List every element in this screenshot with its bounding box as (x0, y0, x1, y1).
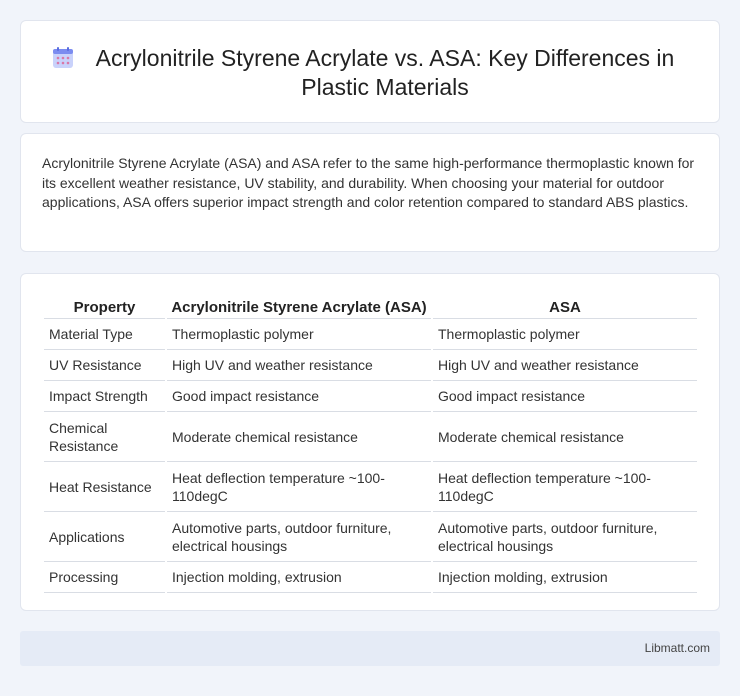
column-header-property: Property (44, 294, 165, 319)
value-cell: Injection molding, extrusion (433, 562, 697, 593)
page-title: Acrylonitrile Styrene Acrylate vs. ASA: … (95, 45, 675, 100)
footer-bar: Libmatt.com (20, 631, 720, 666)
table-row: UV Resistance High UV and weather resist… (44, 350, 697, 381)
value-cell: Heat deflection temperature ~100-110degC (433, 462, 697, 512)
value-cell: Thermoplastic polymer (433, 319, 697, 350)
value-cell: High UV and weather resistance (167, 350, 431, 381)
table-row: Impact Strength Good impact resistance G… (44, 381, 697, 412)
comparison-card: Property Acrylonitrile Styrene Acrylate … (20, 273, 720, 611)
value-cell: High UV and weather resistance (433, 350, 697, 381)
property-cell: Impact Strength (44, 381, 165, 412)
property-cell: Material Type (44, 319, 165, 350)
column-header-asa: ASA (433, 294, 697, 319)
comparison-table: Property Acrylonitrile Styrene Acrylate … (42, 294, 699, 593)
table-row: Applications Automotive parts, outdoor f… (44, 512, 697, 562)
value-cell: Moderate chemical resistance (433, 412, 697, 462)
property-cell: UV Resistance (44, 350, 165, 381)
table-row: Heat Resistance Heat deflection temperat… (44, 462, 697, 512)
table-row: Chemical Resistance Moderate chemical re… (44, 412, 697, 462)
value-cell: Automotive parts, outdoor furniture, ele… (433, 512, 697, 562)
footer-site-link[interactable]: Libmatt.com (645, 641, 710, 655)
table-row: Processing Injection molding, extrusion … (44, 562, 697, 593)
property-cell: Applications (44, 512, 165, 562)
column-header-asa-full: Acrylonitrile Styrene Acrylate (ASA) (167, 294, 431, 319)
property-cell: Processing (44, 562, 165, 593)
value-cell: Good impact resistance (433, 381, 697, 412)
value-cell: Moderate chemical resistance (167, 412, 431, 462)
property-cell: Heat Resistance (44, 462, 165, 512)
header-card: Acrylonitrile Styrene Acrylate vs. ASA: … (20, 20, 720, 123)
table-row: Material Type Thermoplastic polymer Ther… (44, 319, 697, 350)
table-header-row: Property Acrylonitrile Styrene Acrylate … (44, 294, 697, 319)
value-cell: Thermoplastic polymer (167, 319, 431, 350)
intro-card: Acrylonitrile Styrene Acrylate (ASA) and… (20, 133, 720, 252)
value-cell: Injection molding, extrusion (167, 562, 431, 593)
intro-paragraph: Acrylonitrile Styrene Acrylate (ASA) and… (42, 155, 695, 210)
property-cell: Chemical Resistance (44, 412, 165, 462)
value-cell: Good impact resistance (167, 381, 431, 412)
value-cell: Automotive parts, outdoor furniture, ele… (167, 512, 431, 562)
value-cell: Heat deflection temperature ~100-110degC (167, 462, 431, 512)
